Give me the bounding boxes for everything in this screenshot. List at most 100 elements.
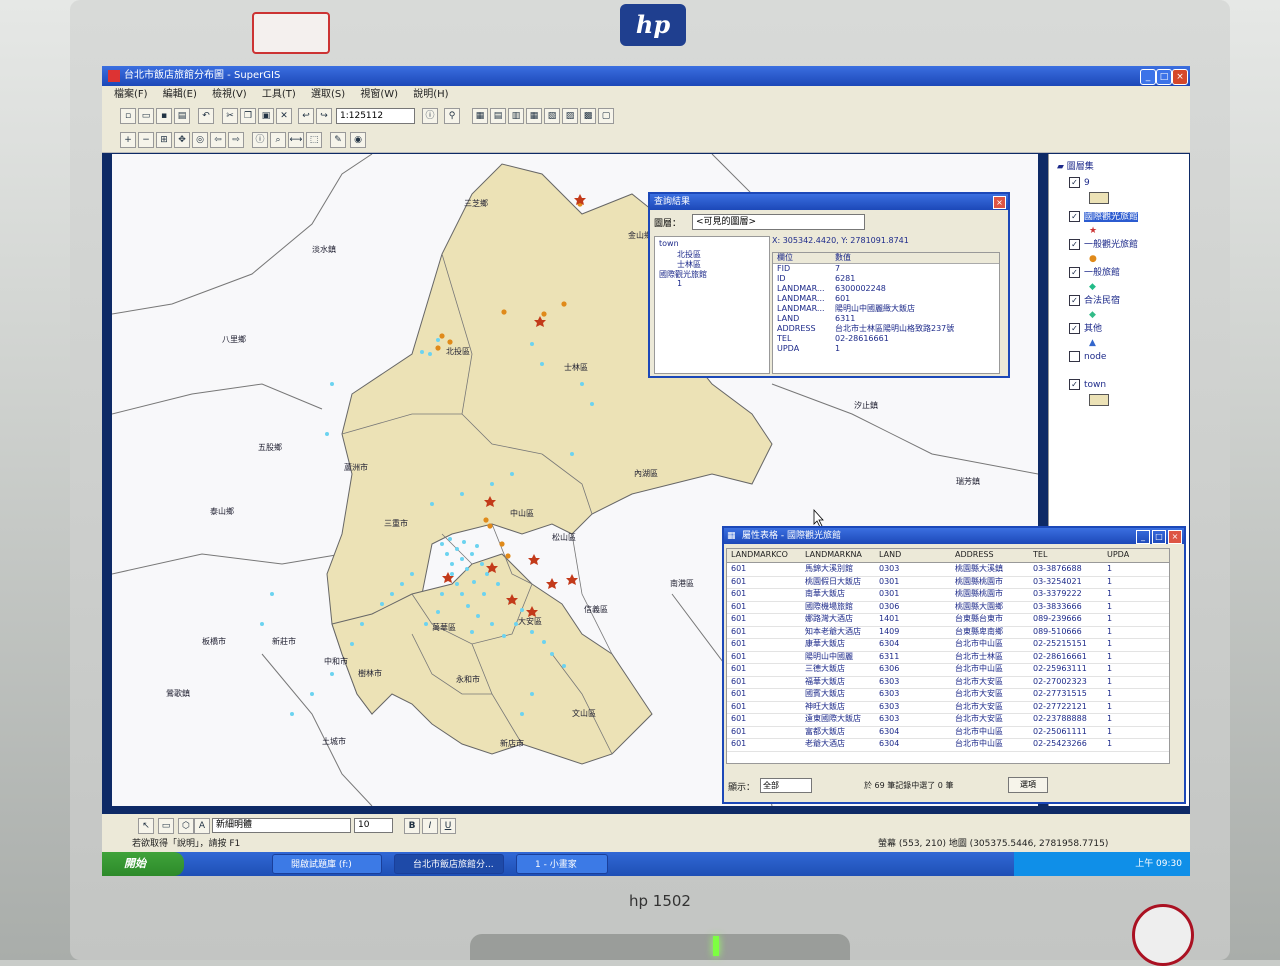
text-tool-icon[interactable]: A — [194, 818, 210, 834]
paste-icon[interactable]: ▣ — [258, 108, 274, 124]
toc-layer-town[interactable]: town — [1069, 378, 1106, 392]
print-icon[interactable]: ▤ — [174, 108, 190, 124]
table-header[interactable]: LANDMARKCO LANDMARKNA LAND ADDRESS TEL UPDA — [727, 549, 1169, 563]
chart-icon[interactable]: ▥ — [508, 108, 524, 124]
tree-node[interactable]: 1 — [677, 279, 682, 288]
copy-icon[interactable]: ❐ — [240, 108, 256, 124]
table-row[interactable]: 601 陽明山中國麗 6311 台北市士林區 02-28616661 1 — [727, 651, 1169, 664]
menu-help[interactable]: 說明(H) — [413, 89, 448, 100]
delete-icon[interactable]: ✕ — [276, 108, 292, 124]
layer-checkbox[interactable] — [1069, 177, 1080, 188]
attribute-grid[interactable]: LANDMARKCO LANDMARKNA LAND ADDRESS TEL UPDA 60… — [726, 548, 1170, 764]
pointer-icon[interactable]: ↖ — [138, 818, 154, 834]
edit-icon[interactable]: ✎ — [330, 132, 346, 148]
toc-layer-bnb[interactable]: 合法民宿 — [1069, 294, 1120, 308]
pan-icon[interactable]: ✥ — [174, 132, 190, 148]
grid-icon[interactable]: ▦ — [526, 108, 542, 124]
table-row[interactable]: 601 富都大飯店 6304 台北市中山區 02-25061111 1 — [727, 726, 1169, 739]
bold-button[interactable]: B — [404, 818, 420, 834]
toc-layer-9[interactable]: 9 — [1069, 176, 1090, 190]
rectangle-icon[interactable]: ▭ — [158, 818, 174, 834]
layer-checkbox[interactable] — [1069, 323, 1080, 334]
table-icon[interactable]: ▤ — [490, 108, 506, 124]
query-icon[interactable]: ▧ — [544, 108, 560, 124]
minimize-button[interactable]: _ — [1140, 69, 1156, 85]
polygon-icon[interactable]: ⬡ — [178, 818, 194, 834]
table-row[interactable]: 601 桃園假日大飯店 0301 桃園縣桃園市 03-3254021 1 — [727, 576, 1169, 589]
open-icon[interactable]: ▭ — [138, 108, 154, 124]
options-button[interactable]: 選項 — [1008, 777, 1048, 793]
cut-icon[interactable]: ✂ — [222, 108, 238, 124]
zoom-out-icon[interactable]: − — [138, 132, 154, 148]
measure-icon[interactable]: ⟷ — [288, 132, 304, 148]
tree-node[interactable]: 國際觀光旅館 — [659, 269, 707, 280]
toc-layer-tourist-hotel[interactable]: 一般觀光旅館 — [1069, 238, 1138, 252]
new-icon[interactable]: ▫ — [120, 108, 136, 124]
full-extent-icon[interactable]: ◎ — [192, 132, 208, 148]
table-row[interactable]: 601 遠東國際大飯店 6303 台北市大安區 02-23788888 1 — [727, 713, 1169, 727]
toc-root[interactable]: ▰ 圖層集 — [1057, 160, 1094, 174]
back-extent-icon[interactable]: ⇦ — [210, 132, 226, 148]
table-row[interactable]: 601 國際機場旅館 0306 桃園縣大園鄉 03-3833666 1 — [727, 601, 1169, 614]
table-row[interactable]: 601 福華大飯店 6303 台北市大安區 02-27002323 1 — [727, 676, 1169, 689]
identify-layer-combo[interactable]: <可見的圖層> — [692, 214, 865, 230]
clock[interactable]: 上午 09:30 — [1135, 859, 1182, 869]
globe-icon[interactable]: ◉ — [350, 132, 366, 148]
table-row[interactable]: 601 國賓大飯店 6303 台北市大安區 02-27731515 1 — [727, 688, 1169, 702]
menu-window[interactable]: 視窗(W) — [360, 89, 398, 100]
table-row[interactable]: 601 南華大飯店 0301 桃園縣桃園市 03-3379222 1 — [727, 588, 1169, 602]
buffer-icon[interactable]: ▨ — [562, 108, 578, 124]
zoom-in-icon[interactable]: + — [120, 132, 136, 148]
taskbar-item[interactable]: 台北市飯店旅館分... — [394, 854, 504, 874]
font-size-combo[interactable]: 10 — [354, 818, 393, 833]
scale-combo[interactable]: 1:125112 — [336, 108, 415, 124]
tree-node[interactable]: town — [659, 239, 679, 248]
menu-file[interactable]: 檔案(F) — [114, 89, 148, 100]
toc-layer-hotel[interactable]: 一般旅館 — [1069, 266, 1120, 280]
italic-button[interactable]: I — [422, 818, 438, 834]
taskbar-item[interactable]: 1 - 小畫家 — [516, 854, 608, 874]
next-extent-icon[interactable]: ⇨ — [228, 132, 244, 148]
back-icon[interactable]: ↩ — [298, 108, 314, 124]
taskbar-item[interactable]: 開啟試題庫 (f:) — [272, 854, 382, 874]
table-row[interactable]: 601 馬錦大溪別館 0303 桃園縣大溪鎮 03-3876688 1 — [727, 563, 1169, 577]
table-row[interactable]: 601 老爺大酒店 6304 台北市中山區 02-25423266 1 — [727, 738, 1169, 752]
table-row[interactable]: 601 神旺大飯店 6303 台北市大安區 02-27722121 1 — [727, 701, 1169, 714]
toc-layer-other[interactable]: 其他 — [1069, 322, 1102, 336]
toc-layer-node[interactable]: node — [1069, 350, 1106, 364]
identify-icon[interactable]: ⓘ — [422, 108, 438, 124]
layer-checkbox[interactable] — [1069, 267, 1080, 278]
layer-checkbox[interactable] — [1069, 211, 1080, 222]
undo-icon[interactable]: ↶ — [198, 108, 214, 124]
table-row[interactable]: 601 三德大飯店 6306 台北市中山區 02-25963111 1 — [727, 663, 1169, 677]
select-icon[interactable]: ⬚ — [306, 132, 322, 148]
menu-select[interactable]: 選取(S) — [311, 89, 345, 100]
show-combo[interactable]: 全部 — [760, 778, 812, 793]
menu-tools[interactable]: 工具(T) — [262, 89, 296, 100]
find-icon[interactable]: ⌕ — [270, 132, 286, 148]
forward-icon[interactable]: ↪ — [316, 108, 332, 124]
font-combo[interactable]: 新細明體 — [212, 818, 351, 833]
layer-checkbox[interactable] — [1069, 379, 1080, 390]
table-minimize-button[interactable]: _ — [1136, 530, 1150, 544]
layer-checkbox[interactable] — [1069, 295, 1080, 306]
fixed-zoom-icon[interactable]: ⊞ — [156, 132, 172, 148]
info-icon[interactable]: ⓘ — [252, 132, 268, 148]
identify-close-button[interactable]: × — [993, 196, 1006, 209]
table-maximize-button[interactable]: □ — [1152, 530, 1166, 544]
save-icon[interactable]: ▪ — [156, 108, 172, 124]
table-row[interactable]: 601 娜路灣大酒店 1401 台東縣台東市 089-239666 1 — [727, 613, 1169, 627]
layout-icon[interactable]: ▦ — [472, 108, 488, 124]
table-row[interactable]: 601 知本老爺大酒店 1409 台東縣卑南鄉 089-510666 1 — [727, 626, 1169, 639]
hyperlink-icon[interactable]: ⚲ — [444, 108, 460, 124]
layer-checkbox[interactable] — [1069, 239, 1080, 250]
start-button[interactable]: 開始 — [102, 852, 184, 876]
menu-edit[interactable]: 編輯(E) — [163, 89, 197, 100]
table-row[interactable]: 601 康華大飯店 6304 台北市中山區 02-25215151 1 — [727, 638, 1169, 652]
maximize-button[interactable]: □ — [1156, 69, 1172, 85]
toc-layer-intl-hotel[interactable]: 國際觀光旅館 — [1069, 210, 1139, 224]
close-button[interactable]: × — [1172, 69, 1188, 85]
clear-select-icon[interactable]: ▢ — [598, 108, 614, 124]
select-feature-icon[interactable]: ▩ — [580, 108, 596, 124]
underline-button[interactable]: U — [440, 818, 456, 834]
